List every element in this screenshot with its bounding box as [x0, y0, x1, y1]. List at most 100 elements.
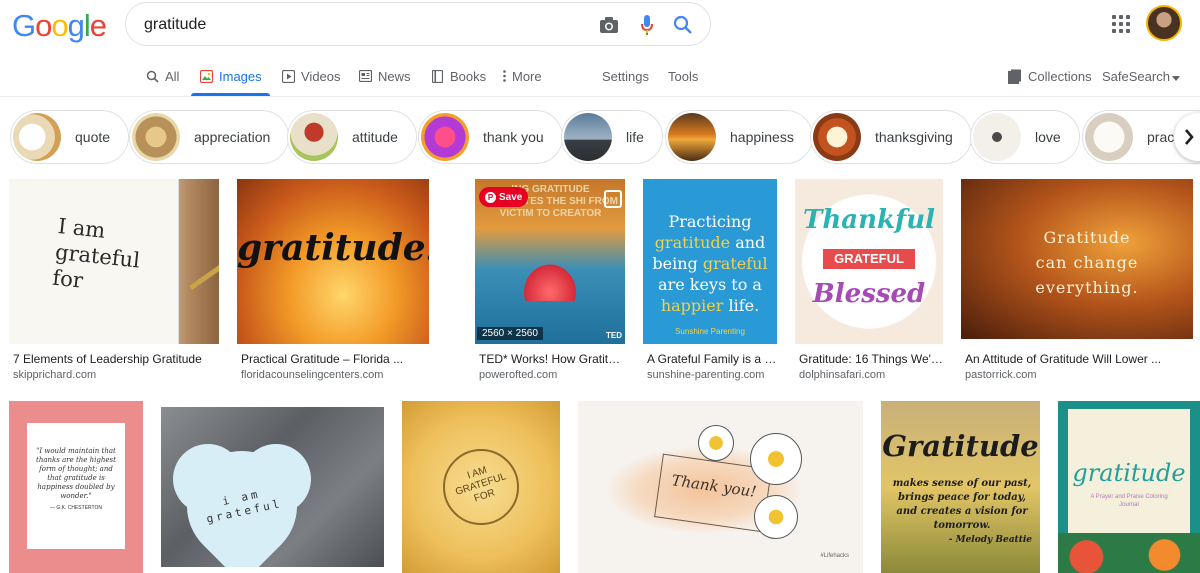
chip-thumbnail	[973, 113, 1021, 161]
tools-link[interactable]: Tools	[668, 56, 698, 96]
settings-label: Settings	[602, 68, 649, 84]
related-searches-chips: quote appreciation attitude thank you li…	[0, 110, 1200, 166]
image-result[interactable]: gratitude: Practical Gratitude – Florida…	[237, 179, 429, 384]
result-thumbnail: Gratitude can change everything.	[961, 179, 1193, 339]
result-source: powerofted.com	[479, 369, 558, 381]
video-icon	[281, 69, 295, 83]
pinterest-save-button[interactable]: P Save	[479, 187, 529, 207]
safesearch-label: SafeSearch	[1102, 68, 1170, 84]
more-vert-icon	[502, 69, 506, 83]
tab-more[interactable]: More	[502, 56, 542, 96]
image-result[interactable]: gratitude A Prayer and Praise Coloring J…	[1058, 401, 1200, 573]
chip-thumbnail	[668, 113, 716, 161]
settings-link[interactable]: Settings	[602, 56, 649, 96]
chip-appreciation[interactable]: appreciation	[129, 110, 290, 164]
result-thumbnail: Thankful GRATEFUL Blessed	[795, 179, 943, 344]
image-result[interactable]: I AM GRATEFUL FOR	[402, 401, 560, 573]
result-title: TED* Works! How Gratitud...	[479, 352, 625, 366]
tab-videos[interactable]: Videos	[281, 56, 341, 96]
result-thumbnail: gratitude:	[237, 179, 429, 344]
thumb-text: Gratitude can change everything.	[1035, 228, 1139, 297]
thumb-text: Gratitude	[882, 429, 1039, 463]
tab-news[interactable]: News	[358, 56, 411, 96]
result-thumbnail: gratitude A Prayer and Praise Coloring J…	[1058, 401, 1200, 573]
ted-badge: TED	[606, 331, 622, 340]
logo-letter: G	[12, 8, 36, 43]
search-input[interactable]	[144, 13, 584, 37]
camera-icon[interactable]	[598, 14, 620, 36]
tab-label: Books	[450, 68, 487, 84]
chip-thanksgiving[interactable]: thanksgiving	[810, 110, 972, 164]
image-result[interactable]: I am grateful for 7 Elements of Leadersh…	[9, 179, 219, 384]
image-result[interactable]: Thank you! #Lifehacks	[578, 401, 863, 573]
avatar[interactable]	[1146, 5, 1182, 41]
search-box	[125, 2, 711, 46]
result-thumbnail: i am grateful	[161, 407, 384, 567]
pinterest-icon: P	[485, 191, 496, 203]
header-divider	[0, 96, 1200, 97]
search-icon[interactable]	[672, 14, 694, 36]
chip-thank-you[interactable]: thank you	[418, 110, 563, 164]
collections-icon	[1008, 69, 1022, 84]
result-thumbnail: Practicing gratitude and being grateful …	[643, 179, 777, 344]
google-logo[interactable]: Google	[12, 8, 107, 44]
search-icon	[145, 69, 159, 83]
logo-letter: o	[51, 8, 68, 43]
logo-letter: e	[89, 8, 107, 43]
search-tabs: All Images Videos News Books More Settin…	[0, 56, 1200, 96]
tab-books[interactable]: Books	[430, 56, 486, 96]
result-title: An Attitude of Gratitude Will Lower ...	[965, 352, 1162, 366]
thumb-text: I am grateful for	[51, 213, 142, 293]
image-result[interactable]: Thankful GRATEFUL Blessed Gratitude: 16 …	[795, 179, 943, 384]
result-title: A Grateful Family is a H...	[647, 352, 777, 366]
tab-label: Videos	[301, 68, 341, 84]
brand-text: Sunshine Parenting	[675, 327, 745, 336]
thumb-text: happier	[660, 296, 724, 315]
chip-life[interactable]: life	[561, 110, 663, 164]
brand-text: #Lifehacks	[820, 553, 849, 559]
chip-thumbnail	[13, 113, 61, 161]
chip-thumbnail	[132, 113, 180, 161]
thumb-text: gratitude	[654, 233, 731, 252]
result-title: Gratitude: 16 Things We're...	[799, 352, 943, 366]
result-thumbnail: ING GRATITUDE CULTIVATES THE SHI FROM VI…	[475, 179, 625, 344]
tab-label: More	[512, 68, 542, 84]
collections-link[interactable]: Collections	[1008, 56, 1092, 96]
thumb-text: life.	[728, 296, 760, 315]
chip-quote[interactable]: quote	[10, 110, 130, 164]
chip-love[interactable]: love	[970, 110, 1080, 164]
result-title: 7 Elements of Leadership Gratitude	[13, 352, 202, 366]
result-source: skipprichard.com	[13, 369, 97, 381]
mic-icon[interactable]	[636, 14, 658, 36]
chip-label: thanksgiving	[875, 129, 953, 145]
news-icon	[358, 69, 372, 83]
expand-icon[interactable]	[604, 190, 622, 208]
thumb-text: being	[652, 254, 698, 273]
chip-label: love	[1035, 129, 1061, 145]
chip-thumbnail	[290, 113, 338, 161]
result-title: Practical Gratitude – Florida ...	[241, 352, 404, 366]
chip-label: life	[626, 129, 644, 145]
result-source: pastorrick.com	[965, 369, 1037, 381]
thumb-text: GRATEFUL	[823, 249, 915, 269]
apps-grid-icon[interactable]	[1110, 13, 1132, 35]
thumb-text: Blessed	[812, 279, 926, 309]
image-result[interactable]: Practicing gratitude and being grateful …	[643, 179, 777, 384]
chip-label: happiness	[730, 129, 794, 145]
tab-images[interactable]: Images	[191, 56, 270, 96]
thumb-text: gratitude	[1072, 459, 1186, 487]
safesearch-dropdown[interactable]: SafeSearch	[1102, 56, 1180, 96]
image-result[interactable]: i am grateful	[161, 407, 384, 567]
image-result[interactable]: "I would maintain that thanks are the hi…	[9, 401, 143, 573]
thumb-text: and	[735, 233, 766, 252]
chip-thumbnail	[813, 113, 861, 161]
thumb-text: are keys to a	[658, 275, 762, 294]
chip-label: quote	[75, 129, 111, 145]
image-result[interactable]: Gratitude can change everything. An Atti…	[961, 179, 1193, 384]
image-result[interactable]: ING GRATITUDE CULTIVATES THE SHI FROM VI…	[475, 179, 625, 384]
chip-happiness[interactable]: happiness	[665, 110, 813, 164]
collections-label: Collections	[1028, 68, 1092, 84]
chip-attitude[interactable]: attitude	[287, 110, 417, 164]
tab-all[interactable]: All	[145, 56, 179, 96]
image-result[interactable]: Gratitude makes sense of our past, bring…	[881, 401, 1040, 573]
